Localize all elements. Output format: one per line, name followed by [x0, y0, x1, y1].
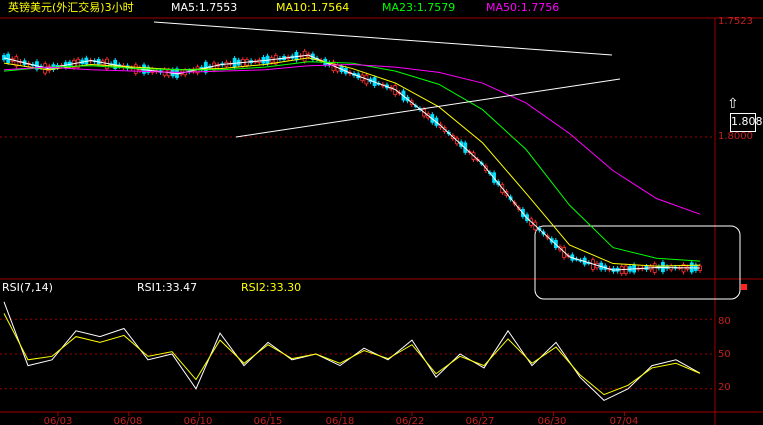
candle-body	[661, 262, 665, 273]
ma-line-ma50	[3, 63, 701, 215]
chart-canvas	[0, 17, 763, 425]
ma-line-ma5	[3, 54, 701, 271]
ma23-value: MA23:1.7579	[382, 1, 456, 14]
rsi-title: RSI(7,14)	[2, 281, 53, 294]
date-label: 06/15	[253, 416, 283, 425]
rsi2-value: RSI2:33.30	[241, 281, 302, 294]
highlight-box	[534, 225, 741, 300]
rsi1-value: RSI1:33.47	[137, 281, 198, 294]
chart-window: { "header": { "symbol": "英镑美元(外汇交易)3小时",…	[0, 0, 763, 425]
date-label: 06/30	[537, 416, 567, 425]
ma10-value: MA10:1.7564	[276, 1, 350, 14]
rsi-axis-80: 80	[718, 316, 731, 327]
rsi-axis-20: 20	[718, 382, 731, 393]
price-marker	[741, 284, 747, 290]
price-axis-mid: 1.8000	[718, 131, 753, 142]
ma-line-ma23	[3, 61, 701, 262]
date-label: 06/08	[113, 416, 143, 425]
ma5-value: MA5:1.7553	[171, 1, 238, 14]
trendline-upper	[153, 21, 613, 56]
rsi-axis-50: 50	[718, 349, 731, 360]
date-label: 07/04	[609, 416, 639, 425]
price-axis-top: 1.7523	[718, 16, 753, 27]
ma-line-ma10	[3, 57, 701, 267]
arrow-up-icon: ⇧	[727, 96, 739, 112]
date-label: 06/22	[395, 416, 425, 425]
ma50-value: MA50:1.7756	[486, 1, 560, 14]
date-label: 06/18	[325, 416, 355, 425]
symbol-title: 英镑美元(外汇交易)3小时	[8, 1, 134, 14]
date-label: 06/10	[183, 416, 213, 425]
rsi-line-rsi1	[3, 301, 701, 402]
date-label: 06/03	[43, 416, 73, 425]
date-label: 06/27	[465, 416, 495, 425]
current-price: 1.8087	[730, 113, 763, 132]
